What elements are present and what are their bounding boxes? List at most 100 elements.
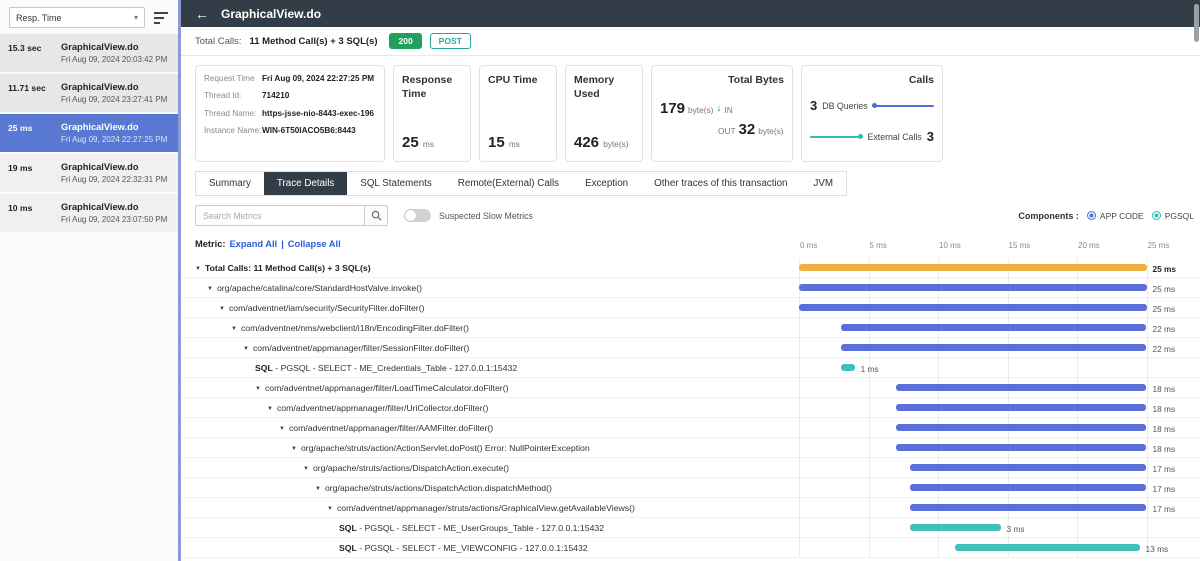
trace-duration-label: 18 ms — [1153, 444, 1176, 454]
trace-item-duration: 11.71 sec — [8, 82, 54, 104]
trace-duration-bar — [799, 284, 1147, 291]
tab-jvm[interactable]: JVM — [801, 172, 847, 195]
trace-row[interactable]: ▼ com/adventnet/nms/webclient/i18n/Encodi… — [181, 318, 1200, 338]
trace-row-label: com/adventnet/nms/webclient/i18n/Encodin… — [241, 323, 469, 333]
trace-item-duration: 10 ms — [8, 202, 54, 224]
trace-duration-label: 3 ms — [1007, 524, 1025, 534]
trace-row[interactable]: ▼com/adventnet/iam/security/SecurityFilt… — [181, 298, 1200, 318]
trace-duration-bar — [841, 364, 855, 371]
collapse-arrow-icon[interactable]: ▼ — [303, 466, 309, 472]
collapse-arrow-icon[interactable]: ▼ — [195, 266, 201, 272]
trace-row-label: com/adventnet/appmanager/filter/AAMFilte… — [289, 423, 493, 433]
trace-duration-bar — [799, 304, 1147, 311]
external-calls-marker-icon — [810, 136, 862, 138]
filter-icon[interactable] — [154, 12, 169, 24]
tab-remote-external-calls[interactable]: Remote(External) Calls — [445, 172, 572, 195]
trace-item-time: Fri Aug 09, 2024 23:27:41 PM — [61, 95, 167, 104]
trace-list-item[interactable]: 11.71 sec GraphicalView.do Fri Aug 09, 202… — [0, 74, 178, 114]
card-title: Calls — [810, 74, 934, 86]
trace-row[interactable]: ▼ com/adventnet/appmanager/filter/AAMFilt… — [181, 418, 1200, 438]
trace-duration-label: 17 ms — [1153, 464, 1176, 474]
tab-sql-statements[interactable]: SQL Statements — [347, 172, 445, 195]
collapse-arrow-icon[interactable]: ▼ — [291, 446, 297, 452]
trace-duration-label: 18 ms — [1153, 404, 1176, 414]
trace-row[interactable]: ▼com/adventnet/appmanager/filter/Session… — [181, 338, 1200, 358]
info-row: Request Time Fri Aug 09, 2024 22:27:25 P… — [204, 74, 376, 84]
collapse-arrow-icon[interactable]: ▼ — [279, 426, 285, 432]
legend-item-app-code[interactable]: APP CODE — [1087, 211, 1144, 221]
trace-row[interactable]: ▼org/apache/catalina/core/StandardHostVa… — [181, 278, 1200, 298]
axis-tick-label: 15 ms — [1009, 241, 1031, 250]
slow-metrics-toggle[interactable] — [404, 209, 431, 222]
card-title: CPU Time — [488, 74, 548, 88]
trace-item-name: GraphicalView.do — [61, 82, 167, 92]
trace-list-item[interactable]: 19 msGraphicalView.doFri Aug 09, 2024 22… — [0, 154, 178, 194]
components-label: Components : — [1018, 211, 1079, 221]
main-panel: ← GraphicalView.do Total Calls: 11 Metho… — [181, 0, 1200, 561]
trace-row-label: com/adventnet/appmanager/filter/UriColle… — [277, 403, 489, 413]
tab-summary[interactable]: Summary — [196, 172, 264, 195]
tab-exception[interactable]: Exception — [572, 172, 641, 195]
collapse-arrow-icon[interactable]: ▼ — [255, 386, 261, 392]
legend-item-pgsql[interactable]: PGSQL — [1152, 211, 1194, 221]
sort-dropdown[interactable]: Resp. Time ▾ — [9, 7, 145, 28]
page-title: GraphicalView.do — [221, 7, 321, 21]
trace-row[interactable]: ▼com/adventnet/appmanager/filter/LoadTim… — [181, 378, 1200, 398]
collapse-arrow-icon[interactable]: ▼ — [267, 406, 273, 412]
trace-row-label: - PGSQL - SELECT - ME_VIEWCONFIG - 127.0… — [357, 543, 588, 553]
trace-list-item[interactable]: 10 msGraphicalView.doFri Aug 09, 2024 23… — [0, 194, 178, 234]
collapse-arrow-icon[interactable]: ▼ — [219, 306, 225, 312]
collapse-arrow-icon[interactable]: ▼ — [315, 486, 321, 492]
search-button[interactable] — [365, 205, 388, 226]
trace-row[interactable]: SQL - PGSQL - SELECT - ME_Credentials_Ta… — [181, 358, 1200, 378]
trace-row[interactable]: ▼ com/adventnet/appmanager/filter/UriColl… — [181, 398, 1200, 418]
response-time-unit: ms — [423, 139, 434, 149]
external-calls-row: External Calls 3 — [810, 129, 934, 144]
trace-item-duration: 19 ms — [8, 162, 54, 184]
tab-trace-details[interactable]: Trace Details — [264, 172, 347, 195]
collapse-all-link[interactable]: Collapse All — [288, 239, 341, 249]
memory-used-unit: byte(s) — [603, 139, 628, 149]
trace-row[interactable]: ▼org/apache/struts/action/ActionServlet.… — [181, 438, 1200, 458]
trace-item-time: Fri Aug 09, 2024 22:32:31 PM — [61, 175, 167, 184]
collapse-arrow-icon[interactable]: ▼ — [231, 326, 237, 332]
bytes-out-value: 32 — [739, 121, 756, 138]
trace-duration-label: 17 ms — [1153, 504, 1176, 514]
trace-row[interactable]: ▼org/apache/struts/actions/DispatchActio… — [181, 478, 1200, 498]
collapse-arrow-icon[interactable]: ▼ — [327, 506, 333, 512]
trace-list-item[interactable]: 15.3 secGraphicalView.doFri Aug 09, 2024… — [0, 34, 178, 74]
legend-dot-icon — [1087, 211, 1096, 220]
chevron-down-icon: ▾ — [134, 13, 138, 22]
total-bytes-card: Total Bytes 179 byte(s) ↓ IN OUT 32 byte… — [651, 65, 793, 162]
axis-tick-label: 0 ms — [800, 241, 817, 250]
search-input[interactable] — [195, 205, 365, 226]
trace-item-duration: 25 ms — [8, 122, 54, 144]
db-queries-marker-icon — [873, 105, 934, 107]
trace-item-name: GraphicalView.do — [61, 42, 167, 52]
collapse-arrow-icon[interactable]: ▼ — [243, 346, 249, 352]
trace-row[interactable]: ▼Total Calls: 11 Method Call(s) + 3 SQL(… — [181, 258, 1200, 278]
cpu-time-card: CPU Time 15 ms — [479, 65, 557, 162]
trace-row[interactable]: SQL - PGSQL - SELECT - ME_UserGroups_Tab… — [181, 518, 1200, 538]
info-value: Fri Aug 09, 2024 22:27:25 PM — [262, 74, 374, 84]
trace-duration-bar — [910, 484, 1146, 491]
tabs-bar: SummaryTrace DetailsSQL StatementsRemote… — [195, 171, 847, 196]
trace-row-label: - PGSQL - SELECT - ME_UserGroups_Table -… — [357, 523, 604, 533]
card-title: Memory Used — [574, 74, 634, 101]
collapse-arrow-icon[interactable]: ▼ — [207, 286, 213, 292]
trace-header: Metric: Expand All | Collapse All 0 ms5 … — [181, 239, 1200, 258]
axis-tick-label: 25 ms — [1148, 241, 1170, 250]
search-icon — [371, 210, 382, 221]
db-queries-row: 3 DB Queries — [810, 98, 934, 113]
tab-other-traces-of-this-transaction[interactable]: Other traces of this transaction — [641, 172, 800, 195]
scrollbar-thumb[interactable] — [1194, 4, 1199, 42]
expand-all-link[interactable]: Expand All — [229, 239, 277, 249]
request-info-card: Request Time Fri Aug 09, 2024 22:27:25 P… — [195, 65, 385, 162]
sort-dropdown-value: Resp. Time — [16, 13, 62, 23]
back-arrow-icon[interactable]: ← — [195, 7, 209, 21]
info-value: 714210 — [262, 91, 289, 101]
trace-row[interactable]: ▼org/apache/struts/actions/DispatchActio… — [181, 458, 1200, 478]
trace-row[interactable]: SQL - PGSQL - SELECT - ME_VIEWCONFIG - 1… — [181, 538, 1200, 558]
trace-row[interactable]: ▼com/adventnet/appmanager/struts/actions… — [181, 498, 1200, 518]
trace-list-item[interactable]: 25 msGraphicalView.doFri Aug 09, 2024 22… — [0, 114, 178, 154]
